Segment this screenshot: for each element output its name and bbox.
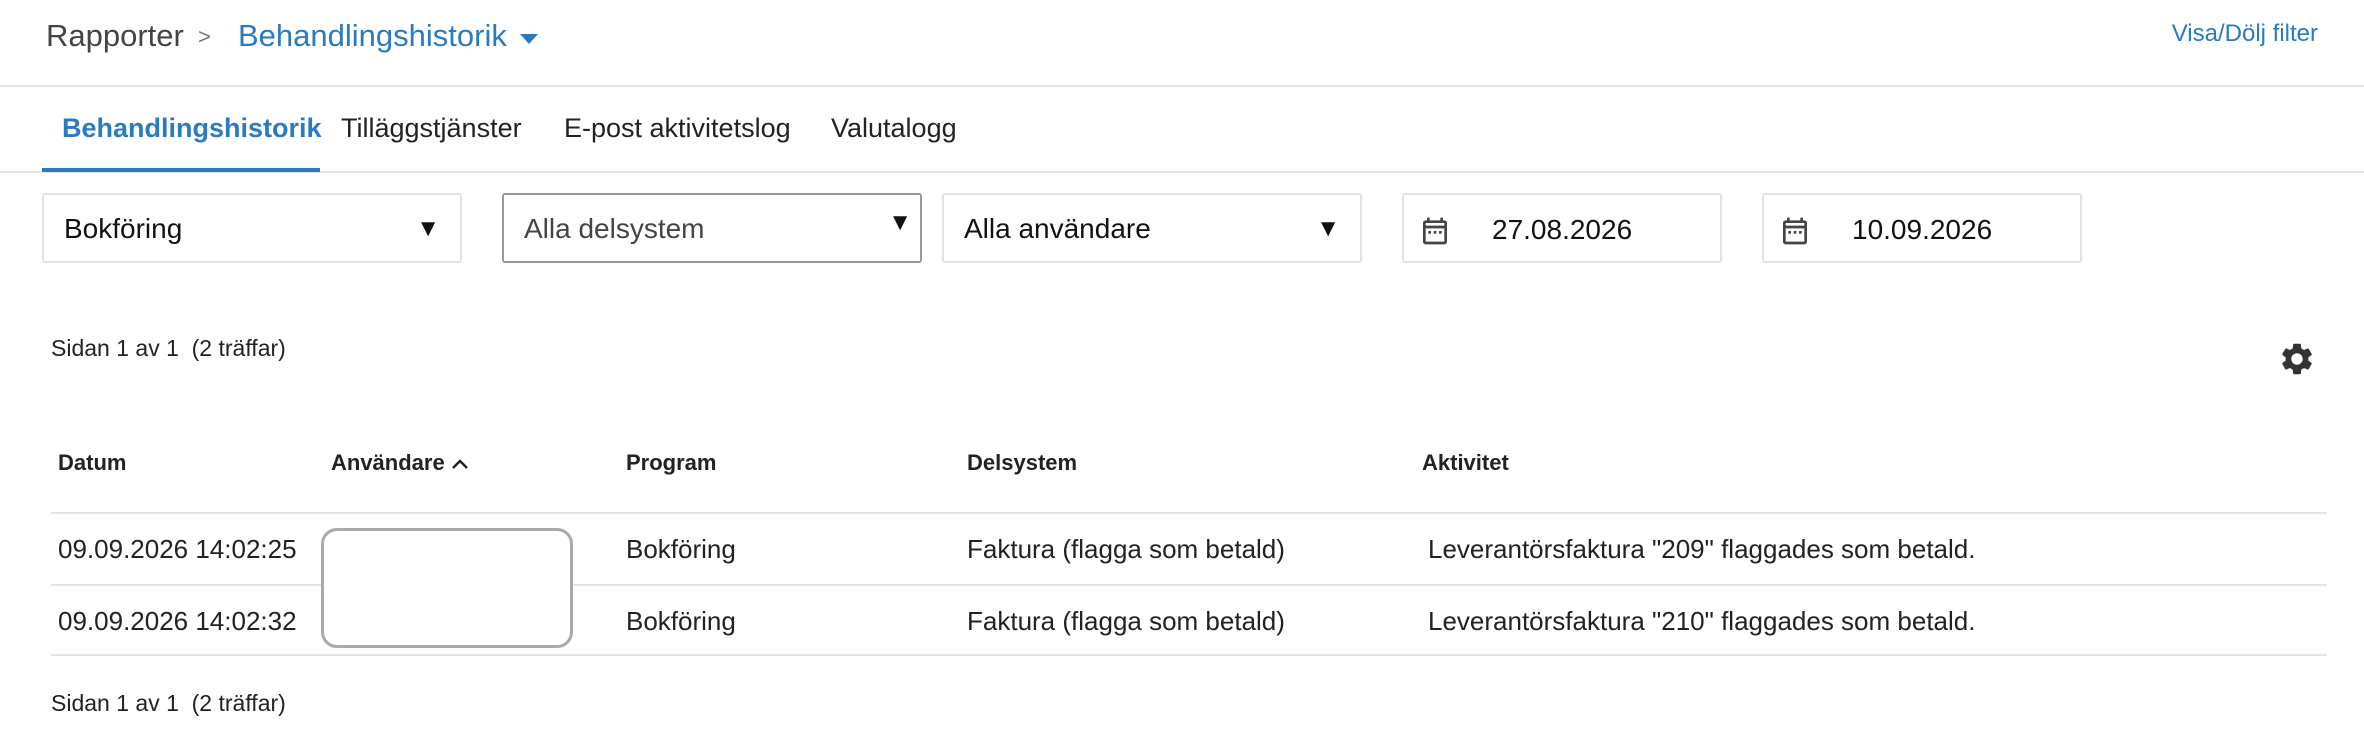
tab-behandlingshistorik[interactable]: Behandlingshistorik: [62, 113, 322, 144]
subsystem-select[interactable]: Alla delsystem ▼: [502, 193, 922, 263]
column-header-anvandare[interactable]: Användare: [331, 450, 469, 476]
tab-tillaggstjanster[interactable]: Tilläggstjänster: [341, 113, 522, 144]
subsystem-select-value: Alla delsystem: [524, 213, 705, 244]
tab-valutalogg[interactable]: Valutalogg: [831, 113, 957, 144]
column-header-datum[interactable]: Datum: [58, 450, 126, 476]
calendar-icon[interactable]: [1418, 215, 1452, 247]
breadcrumb-root[interactable]: Rapporter: [46, 18, 184, 54]
user-select[interactable]: Alla användare ▼: [942, 193, 1362, 263]
user-select-value: Alla användare: [964, 213, 1151, 244]
date-from-value: 27.08.2026: [1492, 214, 1633, 245]
cell-delsystem: Faktura (flagga som betald): [967, 534, 1285, 564]
pager-info-top: Sidan 1 av 1 (2 träffar): [51, 335, 286, 361]
redacted-user-box: [321, 528, 573, 648]
cell-program: Bokföring: [626, 606, 736, 636]
cell-datum: 09.09.2026 14:02:32: [58, 606, 297, 636]
breadcrumb-current[interactable]: Behandlingshistorik: [238, 18, 507, 54]
date-to-value: 10.09.2026: [1852, 214, 1993, 245]
active-tab-indicator: [42, 168, 320, 172]
tab-bar: Behandlingshistorik Tilläggstjänster E-p…: [0, 89, 2364, 173]
column-header-aktivitet[interactable]: Aktivitet: [1422, 450, 1509, 476]
date-to-field[interactable]: 10.09.2026: [1762, 193, 2082, 263]
column-header-program[interactable]: Program: [626, 450, 716, 476]
dropdown-triangle-icon: ▼: [416, 215, 440, 242]
gear-icon[interactable]: [2278, 340, 2316, 378]
cell-aktivitet: Leverantörsfaktura "210" flaggades som b…: [1428, 606, 1976, 636]
cell-aktivitet: Leverantörsfaktura "209" flaggades som b…: [1428, 534, 1976, 564]
column-header-delsystem[interactable]: Delsystem: [967, 450, 1077, 476]
dropdown-triangle-icon: ▼: [888, 209, 912, 236]
dropdown-triangle-icon: ▼: [1316, 215, 1340, 242]
breadcrumb-separator: >: [198, 24, 211, 49]
column-header-anvandare-label: Användare: [331, 450, 445, 475]
toggle-filter-link[interactable]: Visa/Dölj filter: [2172, 20, 2318, 48]
chevron-up-icon: [451, 459, 468, 470]
program-select[interactable]: Bokföring ▼: [42, 193, 462, 263]
page-header: Rapporter > Behandlingshistorik Visa/Döl…: [0, 0, 2364, 87]
cell-datum: 09.09.2026 14:02:25: [58, 534, 297, 564]
breadcrumb-dropdown-icon[interactable]: [520, 34, 538, 44]
cell-program: Bokföring: [626, 534, 736, 564]
cell-delsystem: Faktura (flagga som betald): [967, 606, 1285, 636]
date-from-field[interactable]: 27.08.2026: [1402, 193, 1722, 263]
pager-info-bottom: Sidan 1 av 1 (2 träffar): [51, 690, 286, 716]
tab-epost-aktivitetslog[interactable]: E-post aktivitetslog: [564, 113, 791, 144]
program-select-value: Bokföring: [64, 213, 183, 244]
calendar-icon[interactable]: [1778, 215, 1812, 247]
